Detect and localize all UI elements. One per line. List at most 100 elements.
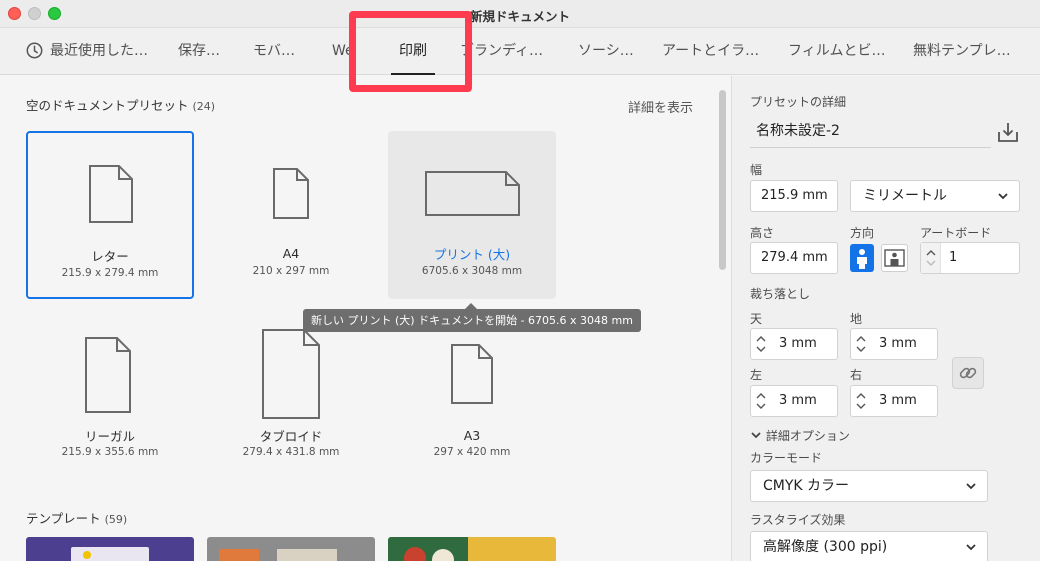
template-thumbnail-block	[219, 549, 259, 561]
advanced-options-toggle[interactable]: 詳細オプション	[750, 427, 850, 444]
bleed-label: 裁ち落とし	[750, 287, 811, 301]
bleed-left-stepper[interactable]: 3 mm	[750, 385, 838, 417]
preset-letter[interactable]: レター 215.9 x 279.4 mm	[26, 131, 194, 299]
bleed-bottom-value: 3 mm	[879, 336, 917, 351]
bleed-left-stepper-arrows[interactable]	[751, 386, 771, 416]
orientation-label: 方向	[850, 226, 875, 240]
artboard-stepper-arrows[interactable]	[921, 243, 941, 273]
template-thumbnail-dot	[83, 551, 91, 559]
raster-effects-value: 高解像度 (300 ppi)	[763, 539, 888, 555]
preset-a3[interactable]: A3 297 x 420 mm	[388, 312, 556, 480]
bleed-top-label: 天	[750, 312, 763, 326]
document-landscape-icon	[425, 171, 520, 216]
bleed-top-stepper-arrows[interactable]	[751, 329, 771, 359]
document-icon	[273, 168, 309, 219]
link-bleed-button[interactable]	[952, 357, 984, 389]
portrait-person-icon	[857, 249, 867, 269]
artboard-stepper[interactable]: 1	[920, 242, 1020, 274]
template-thumbnail-block	[277, 549, 337, 561]
tab-social[interactable]: ソーシ…	[578, 28, 634, 74]
preset-name: タブロイド	[259, 429, 323, 444]
stepper-arrows-icon	[856, 393, 866, 409]
template-thumbnail[interactable]	[207, 537, 375, 561]
chevron-down-icon	[998, 193, 1008, 200]
document-icon	[262, 329, 320, 419]
preset-name: レター	[91, 249, 129, 264]
landscape-person-icon	[884, 249, 905, 267]
preset-size: 279.4 x 431.8 mm	[242, 446, 340, 458]
tab-film-video[interactable]: フィルムとビ…	[788, 28, 885, 74]
bleed-right-value: 3 mm	[879, 393, 917, 408]
view-details-link[interactable]: 詳細を表示	[628, 97, 693, 116]
presets-title: 空のドキュメントプリセット	[26, 98, 189, 113]
document-icon	[451, 344, 493, 404]
templates-section-title: テンプレート (59)	[26, 508, 127, 527]
document-name-input[interactable]: 名称未設定-2	[750, 117, 991, 148]
preset-size: 210 x 297 mm	[252, 265, 330, 277]
height-input[interactable]: 279.4 mm	[750, 242, 838, 274]
template-thumbnail[interactable]	[388, 537, 556, 561]
tab-branding[interactable]: ブランディ…	[460, 28, 546, 74]
raster-effects-select[interactable]: 高解像度 (300 ppi)	[750, 531, 988, 561]
bleed-left-label: 左	[750, 368, 763, 382]
stepper-arrows-icon	[756, 393, 766, 409]
preset-area: 空のドキュメントプリセット (24) 詳細を表示 レター 215.9 x 279…	[0, 76, 730, 561]
link-icon	[959, 367, 977, 379]
preset-size: 297 x 420 mm	[433, 446, 511, 458]
preset-a4[interactable]: A4 210 x 297 mm	[207, 131, 375, 299]
document-icon	[89, 165, 133, 223]
unit-select-value: ミリメートル	[863, 188, 947, 204]
window-title: 新規ドキュメント	[469, 9, 570, 24]
title-bar: 新規ドキュメント	[0, 0, 1040, 28]
templates-title: テンプレート	[26, 511, 101, 526]
width-input[interactable]: 215.9 mm	[750, 180, 838, 212]
presets-section-title: 空のドキュメントプリセット (24)	[26, 95, 215, 114]
bleed-right-label: 右	[850, 368, 863, 382]
width-label: 幅	[750, 163, 763, 177]
stepper-arrows-icon	[856, 336, 866, 352]
tab-saved[interactable]: 保存…	[178, 28, 220, 74]
document-icon	[85, 337, 131, 413]
color-mode-label: カラーモード	[750, 451, 823, 465]
color-mode-select[interactable]: CMYK カラー	[750, 470, 988, 502]
preset-name: A3	[463, 428, 481, 443]
bleed-top-value: 3 mm	[779, 336, 817, 351]
unit-select[interactable]: ミリメートル	[850, 180, 1020, 212]
presets-count: (24)	[192, 100, 216, 113]
preset-legal[interactable]: リーガル 215.9 x 355.6 mm	[26, 312, 194, 480]
raster-effects-label: ラスタライズ効果	[750, 513, 846, 527]
preset-name: A4	[282, 246, 300, 261]
chevron-down-icon	[966, 544, 976, 551]
artboard-value: 1	[949, 250, 958, 265]
orientation-portrait-button[interactable]	[850, 244, 874, 272]
bleed-bottom-stepper[interactable]: 3 mm	[850, 328, 938, 360]
preset-size: 6705.6 x 3048 mm	[421, 265, 523, 277]
preset-tabloid[interactable]: タブロイド 279.4 x 431.8 mm	[207, 312, 375, 480]
highlight-frame	[349, 11, 472, 92]
orientation-landscape-button[interactable]	[881, 244, 908, 272]
template-thumbnail-block	[388, 537, 468, 561]
templates-count: (59)	[104, 513, 128, 526]
clock-icon	[26, 42, 43, 59]
stepper-arrows-icon	[756, 336, 766, 352]
bleed-left-value: 3 mm	[779, 393, 817, 408]
preset-size: 215.9 x 355.6 mm	[61, 446, 159, 458]
preset-name: プリント (大)	[433, 247, 511, 262]
chevron-down-icon	[966, 483, 976, 490]
tab-free-templates[interactable]: 無料テンプレ…	[913, 28, 1011, 74]
preset-size: 215.9 x 279.4 mm	[61, 267, 159, 279]
bleed-bottom-stepper-arrows[interactable]	[851, 329, 871, 359]
tab-recent[interactable]: 最近使用した…	[26, 28, 154, 74]
bleed-right-stepper-arrows[interactable]	[851, 386, 871, 416]
bleed-top-stepper[interactable]: 3 mm	[750, 328, 838, 360]
tab-art-illustration[interactable]: アートとイラ…	[662, 28, 759, 74]
tab-mobile[interactable]: モバ…	[253, 28, 295, 74]
save-preset-icon[interactable]	[997, 121, 1019, 143]
chevron-down-icon	[751, 432, 761, 439]
panel-title: プリセットの詳細	[750, 95, 847, 109]
template-thumbnail[interactable]	[26, 537, 194, 561]
bleed-right-stepper[interactable]: 3 mm	[850, 385, 938, 417]
color-mode-value: CMYK カラー	[763, 478, 850, 494]
scrollbar-thumb[interactable]	[719, 90, 726, 270]
preset-print-large[interactable]: プリント (大) 6705.6 x 3048 mm	[388, 131, 556, 299]
